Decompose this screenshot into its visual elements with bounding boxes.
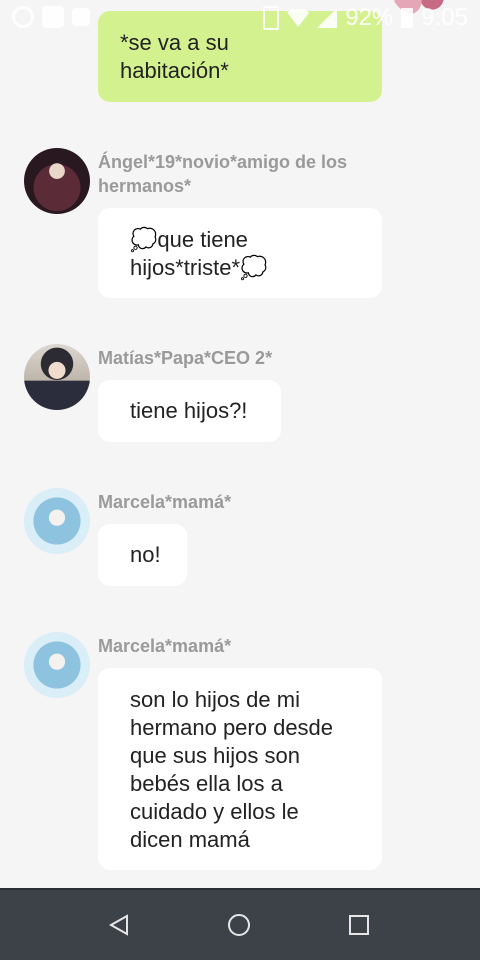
chat-screen: *se va a su habitación* Ángel*19*novio*a…	[0, 0, 480, 960]
avatar-matias[interactable]	[24, 344, 90, 410]
whatsapp-icon	[12, 6, 34, 28]
home-icon[interactable]	[224, 910, 254, 940]
sender-name: Marcela*mamá*	[98, 636, 232, 656]
message-list[interactable]: *se va a su habitación* Ángel*19*novio*a…	[0, 0, 480, 888]
avatar-marcela[interactable]	[24, 488, 90, 554]
image-icon	[72, 8, 90, 26]
battery-percent: 92%	[345, 4, 394, 31]
avatar-marcela[interactable]	[24, 632, 90, 698]
signal-icon	[317, 8, 338, 28]
avatar-angel[interactable]	[24, 148, 90, 214]
notification-icon	[42, 6, 64, 28]
message-bubble[interactable]: tiene hijos?!	[98, 380, 281, 442]
back-icon[interactable]	[104, 910, 134, 940]
wifi-icon	[287, 9, 310, 27]
message-bubble[interactable]: no!	[98, 524, 187, 586]
sender-name: Ángel*19*novio*amigo de los hermanos*	[98, 152, 348, 196]
navigation-bar	[0, 888, 480, 960]
message-bubble[interactable]: son lo hijos de mi hermano pero desde qu…	[98, 668, 382, 870]
status-bar: 92% 9:05	[0, 0, 480, 36]
sender-name: Marcela*mamá*	[98, 492, 232, 512]
vibrate-icon	[263, 6, 280, 30]
recents-icon[interactable]	[344, 910, 374, 940]
sender-name: Matías*Papa*CEO 2*	[98, 348, 273, 368]
clock: 9:05	[421, 4, 468, 31]
message-bubble[interactable]: 💭que tiene hijos*triste*💭	[98, 208, 382, 298]
battery-icon	[401, 8, 414, 28]
